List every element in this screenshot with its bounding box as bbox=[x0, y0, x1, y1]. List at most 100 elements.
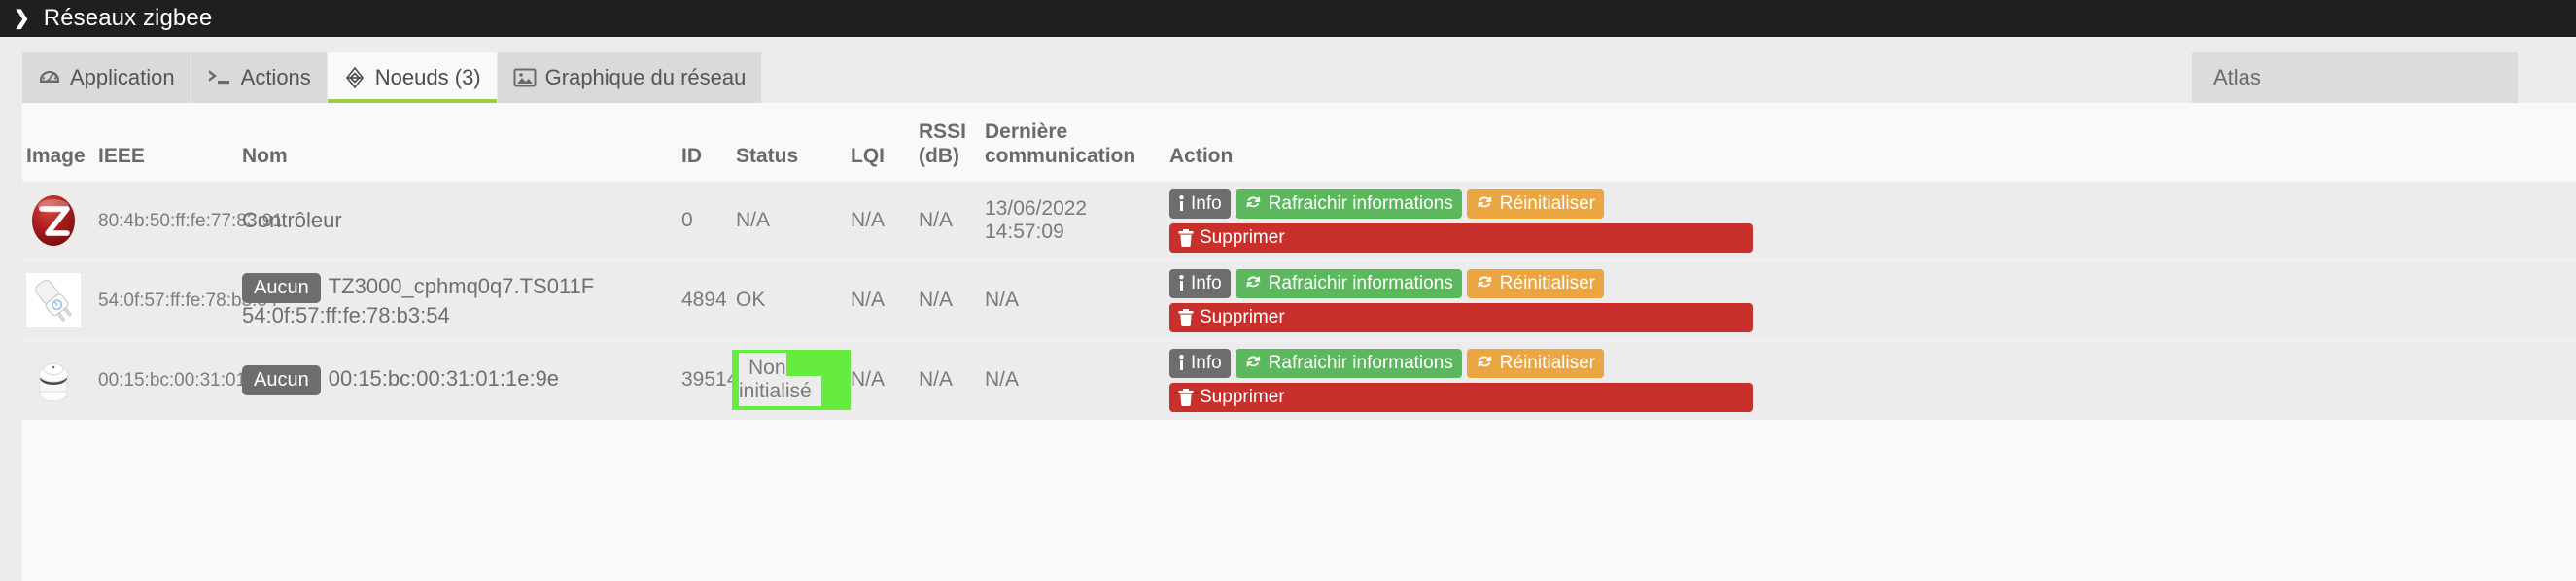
zigbee-node-icon bbox=[343, 66, 366, 89]
column-header-status: Status bbox=[736, 103, 851, 182]
action-buttons: Info Rafraichir informations Réinitialis… bbox=[1169, 188, 1753, 253]
action-buttons: Info Rafraichir informations Réinitialis… bbox=[1169, 268, 1753, 332]
tab-graphique-du-reseau[interactable]: Graphique du réseau bbox=[497, 52, 763, 103]
refresh-button[interactable]: Rafraichir informations bbox=[1235, 188, 1462, 219]
column-header-ieee: IEEE bbox=[98, 103, 242, 182]
column-header-rssi-line2: (dB) bbox=[919, 144, 959, 167]
info-button-label: Info bbox=[1191, 352, 1222, 373]
tab-label: Graphique du réseau bbox=[544, 65, 747, 89]
info-button[interactable]: Info bbox=[1169, 348, 1231, 378]
trash-icon bbox=[1178, 388, 1194, 406]
delete-button-label: Supprimer bbox=[1200, 386, 1285, 407]
cell-lqi: N/A bbox=[851, 180, 919, 261]
node-name: TZ3000_cphmq0q7.TS011F bbox=[328, 273, 595, 298]
tab-label: Actions bbox=[240, 65, 311, 89]
cell-image bbox=[22, 259, 98, 341]
column-header-id: ID bbox=[681, 103, 736, 182]
table-row[interactable]: 54:0f:57:ff:fe:78:b3:54 Aucun TZ3000_cphm… bbox=[22, 259, 2576, 341]
cell-nom: Aucun 00:15:bc:00:31:01:1e:9e bbox=[242, 339, 681, 420]
cell-ieee: 00:15:bc:00:31:01:1e:9e bbox=[98, 339, 297, 420]
cell-status: OK bbox=[736, 259, 851, 341]
cell-ieee: 80:4b:50:ff:fe:77:83:91 bbox=[98, 180, 283, 261]
cell-rssi: N/A bbox=[919, 259, 985, 341]
refresh-button-label: Rafraichir informations bbox=[1268, 352, 1453, 373]
action-buttons: Info Rafraichir informations Réinitialis… bbox=[1169, 348, 1753, 412]
dashboard-icon bbox=[38, 66, 61, 89]
info-button[interactable]: Info bbox=[1169, 268, 1231, 298]
delete-button-label: Supprimer bbox=[1200, 226, 1285, 248]
column-header-image: Image bbox=[22, 103, 98, 182]
node-name-sub: 54:0f:57:ff:fe:78:b3:54 bbox=[242, 302, 450, 327]
cell-image bbox=[22, 180, 98, 261]
tab-noeuds[interactable]: Noeuds (3) bbox=[327, 52, 498, 103]
zigbee-logo-icon bbox=[26, 193, 98, 248]
cell-id: 39514 bbox=[681, 339, 738, 420]
tab-application[interactable]: Application bbox=[22, 52, 191, 103]
reset-button[interactable]: Réinitialiser bbox=[1466, 188, 1604, 219]
tab-label: Atlas bbox=[2213, 65, 2261, 89]
status-badge: Aucun bbox=[242, 364, 321, 395]
column-header-nom: Nom bbox=[242, 103, 681, 182]
refresh-button[interactable]: Rafraichir informations bbox=[1235, 268, 1462, 298]
trash-icon bbox=[1178, 228, 1194, 247]
tab-actions[interactable]: Actions bbox=[191, 52, 328, 103]
column-header-last-line1: Dernière bbox=[985, 120, 1068, 143]
reset-button[interactable]: Réinitialiser bbox=[1466, 348, 1604, 378]
table-row[interactable]: 00:15:bc:00:31:01:1e:9e Aucun 00:15:bc:00… bbox=[22, 339, 2576, 420]
image-icon bbox=[513, 67, 537, 88]
column-header-last-communication: Dernière communication bbox=[985, 103, 1169, 182]
smoke-sensor-icon bbox=[26, 353, 98, 408]
column-header-last-line2: communication bbox=[985, 144, 1136, 167]
tab-label: Noeuds (3) bbox=[374, 65, 481, 89]
app-header: ❯ Réseaux zigbee bbox=[0, 0, 2576, 37]
refresh-icon bbox=[1476, 194, 1494, 213]
cell-id: 0 bbox=[681, 180, 736, 261]
delete-button[interactable]: Supprimer bbox=[1169, 302, 1753, 332]
info-icon bbox=[1178, 275, 1185, 291]
node-name: 00:15:bc:00:31:01:1e:9e bbox=[328, 365, 560, 391]
info-icon bbox=[1178, 355, 1185, 371]
refresh-icon bbox=[1476, 274, 1494, 292]
tab-label: Application bbox=[70, 65, 175, 89]
nodes-table: Image IEEE Nom ID Status LQI RSSI (dB) D… bbox=[22, 103, 2576, 420]
refresh-icon bbox=[1244, 194, 1263, 213]
cell-last-communication: N/A bbox=[985, 259, 1169, 341]
cell-status: N/A bbox=[736, 180, 851, 261]
chevron-right-icon[interactable]: ❯ bbox=[14, 9, 30, 28]
tab-atlas[interactable]: Atlas bbox=[2192, 52, 2518, 103]
info-button-label: Info bbox=[1191, 272, 1222, 293]
column-header-rssi-line1: RSSI bbox=[919, 120, 967, 143]
delete-button[interactable]: Supprimer bbox=[1169, 382, 1753, 412]
page-title: Réseaux zigbee bbox=[43, 5, 213, 31]
cell-ieee: 54:0f:57:ff:fe:78:b3:54 bbox=[98, 259, 278, 341]
refresh-button-label: Rafraichir informations bbox=[1268, 192, 1453, 214]
table-header-row: Image IEEE Nom ID Status LQI RSSI (dB) D… bbox=[22, 103, 2576, 182]
cell-nom: Contrôleur bbox=[242, 180, 681, 261]
cell-rssi: N/A bbox=[919, 339, 985, 420]
terminal-icon bbox=[207, 67, 232, 88]
refresh-button[interactable]: Rafraichir informations bbox=[1235, 348, 1462, 378]
status-highlight-box: Non initialisé bbox=[732, 349, 851, 411]
delete-button[interactable]: Supprimer bbox=[1169, 222, 1753, 253]
node-name: Contrôleur bbox=[242, 208, 342, 233]
refresh-icon bbox=[1476, 354, 1494, 372]
reset-button-label: Réinitialiser bbox=[1499, 352, 1595, 373]
page-body: Application Actions Noeuds (3) Graphique… bbox=[0, 37, 2576, 581]
info-icon bbox=[1178, 195, 1185, 212]
info-button[interactable]: Info bbox=[1169, 188, 1231, 219]
status-badge: Aucun bbox=[242, 272, 321, 303]
reset-button[interactable]: Réinitialiser bbox=[1466, 268, 1604, 298]
column-header-rssi: RSSI (dB) bbox=[919, 103, 985, 182]
cell-lqi: N/A bbox=[851, 259, 919, 341]
reset-button-label: Réinitialiser bbox=[1499, 272, 1595, 293]
status-value: Non initialisé bbox=[739, 352, 821, 407]
smart-plug-icon bbox=[26, 273, 98, 328]
column-header-lqi: LQI bbox=[851, 103, 919, 182]
cell-id: 4894 bbox=[681, 259, 736, 341]
refresh-icon bbox=[1244, 354, 1263, 372]
trash-icon bbox=[1178, 308, 1194, 326]
refresh-icon bbox=[1244, 274, 1263, 292]
cell-last-communication: 13/06/2022 14:57:09 bbox=[985, 180, 1169, 261]
refresh-button-label: Rafraichir informations bbox=[1268, 272, 1453, 293]
table-row[interactable]: 80:4b:50:ff:fe:77:83:91 Contrôleur 0 N/A… bbox=[22, 180, 2576, 261]
